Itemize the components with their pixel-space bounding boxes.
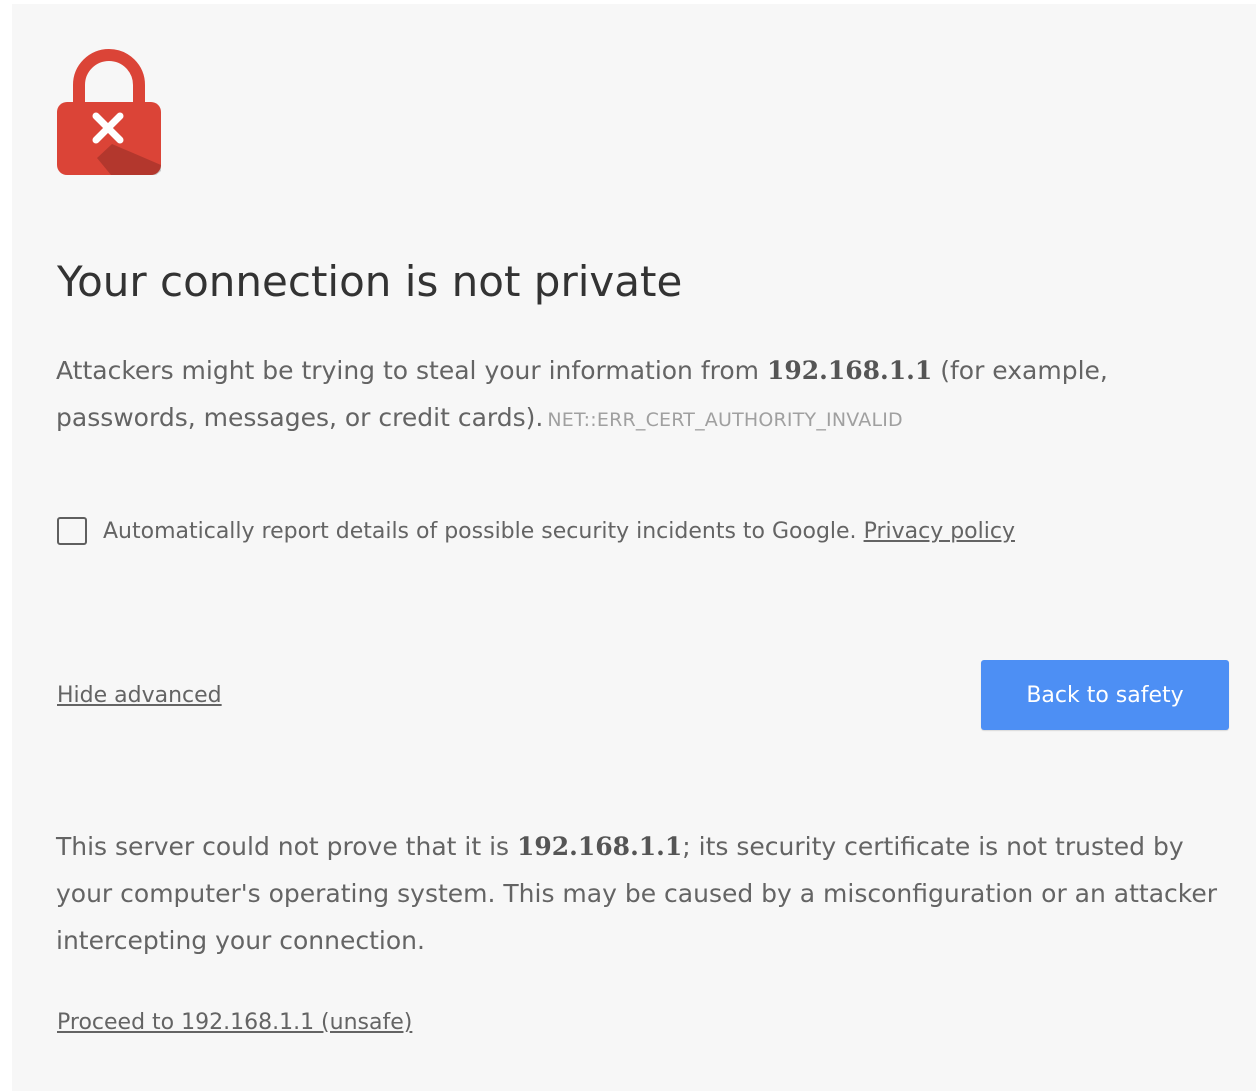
lock-error-icon: [57, 49, 161, 175]
hide-advanced-link[interactable]: Hide advanced: [57, 683, 222, 708]
error-code: NET::ERR_CERT_AUTHORITY_INVALID: [547, 409, 903, 431]
details-host-name: 192.168.1.1: [517, 832, 683, 861]
details-message: This server could not prove that it is 1…: [56, 823, 1226, 964]
main-message: Attackers might be trying to steal your …: [56, 347, 1176, 444]
report-text: Automatically report details of possible…: [103, 518, 857, 544]
details-text: This server could not prove that it is: [56, 832, 517, 861]
back-to-safety-button[interactable]: Back to safety: [981, 660, 1229, 730]
privacy-policy-link[interactable]: Privacy policy: [864, 519, 1015, 544]
report-option: Automatically report details of possible…: [57, 517, 1015, 545]
interstitial-page: Your connection is not private Attackers…: [12, 4, 1256, 1091]
host-name: 192.168.1.1: [766, 356, 933, 385]
report-label: Automatically report details of possible…: [103, 519, 1015, 544]
proceed-unsafe-link[interactable]: Proceed to 192.168.1.1 (unsafe): [57, 1010, 412, 1035]
page-title: Your connection is not private: [57, 257, 683, 306]
main-message-text: Attackers might be trying to steal your …: [56, 356, 767, 385]
report-checkbox[interactable]: [57, 517, 87, 545]
